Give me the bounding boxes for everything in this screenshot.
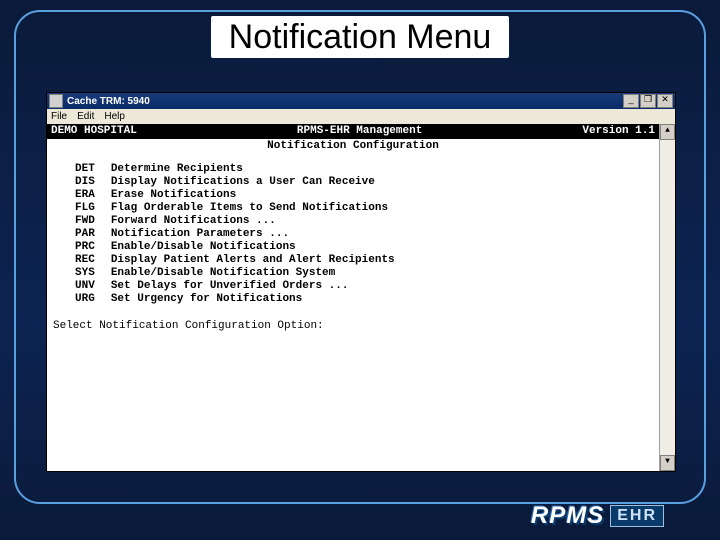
terminal-window: Cache TRM: 5940 _ ❐ ✕ File Edit Help DEM… [46, 92, 676, 472]
menu-desc: Determine Recipients [111, 163, 411, 176]
menu-row: PRCEnable/Disable Notifications [75, 241, 411, 254]
menu-code: PRC [75, 241, 111, 254]
menu-code: DIS [75, 176, 111, 189]
menu-code: PAR [75, 228, 111, 241]
menu-code: SYS [75, 267, 111, 280]
menu-row: RECDisplay Patient Alerts and Alert Reci… [75, 254, 411, 267]
menu-help[interactable]: Help [104, 110, 125, 123]
menu-row: PARNotification Parameters ... [75, 228, 411, 241]
menu-desc: Enable/Disable Notifications [111, 241, 411, 254]
select-prompt[interactable]: Select Notification Configuration Option… [53, 320, 659, 333]
logo: RPMS EHR [531, 502, 664, 530]
menu-code: REC [75, 254, 111, 267]
menu-code: ERA [75, 189, 111, 202]
menu-desc: Set Urgency for Notifications [111, 293, 411, 306]
menu-desc: Set Delays for Unverified Orders ... [111, 280, 411, 293]
menu-code: UNV [75, 280, 111, 293]
menu-file[interactable]: File [51, 110, 67, 123]
scroll-up-button[interactable]: ▲ [660, 124, 675, 140]
scroll-track[interactable] [660, 140, 675, 455]
menu-desc: Erase Notifications [111, 189, 411, 202]
menu-desc: Enable/Disable Notification System [111, 267, 411, 280]
window-controls: _ ❐ ✕ [623, 94, 673, 108]
menu-code: DET [75, 163, 111, 176]
slide-title-text: Notification Menu [211, 16, 510, 58]
menu-desc: Forward Notifications ... [111, 215, 411, 228]
app-header-bar: DEMO HOSPITAL RPMS-EHR Management Versio… [47, 124, 659, 139]
scroll-down-button[interactable]: ▼ [660, 455, 675, 471]
content-area: DEMO HOSPITAL RPMS-EHR Management Versio… [47, 124, 675, 471]
maximize-button[interactable]: ❐ [640, 94, 656, 108]
vertical-scrollbar[interactable]: ▲ ▼ [659, 124, 675, 471]
menu-edit[interactable]: Edit [77, 110, 94, 123]
close-button[interactable]: ✕ [657, 94, 673, 108]
slide: Notification Menu Cache TRM: 5940 _ ❐ ✕ … [0, 0, 720, 540]
system-menu-icon[interactable] [49, 94, 63, 108]
window-title: Cache TRM: 5940 [67, 95, 623, 108]
screen-subtitle: Notification Configuration [47, 139, 659, 157]
menu-row: FWDForward Notifications ... [75, 215, 411, 228]
window-titlebar[interactable]: Cache TRM: 5940 _ ❐ ✕ [47, 93, 675, 109]
menubar: File Edit Help [47, 109, 675, 125]
menu-row: DETDetermine Recipients [75, 163, 411, 176]
ehr-logo-text: EHR [610, 505, 664, 527]
hospital-name: DEMO HOSPITAL [51, 125, 137, 138]
app-version: Version 1.1 [582, 125, 655, 138]
terminal-content[interactable]: DEMO HOSPITAL RPMS-EHR Management Versio… [47, 124, 659, 471]
menu-row: DISDisplay Notifications a User Can Rece… [75, 176, 411, 189]
minimize-button[interactable]: _ [623, 94, 639, 108]
menu-row: SYSEnable/Disable Notification System [75, 267, 411, 280]
slide-title: Notification Menu [0, 18, 720, 57]
menu-code: FWD [75, 215, 111, 228]
menu-row: FLGFlag Orderable Items to Send Notifica… [75, 202, 411, 215]
menu-desc: Notification Parameters ... [111, 228, 411, 241]
menu-code: FLG [75, 202, 111, 215]
menu-desc: Display Patient Alerts and Alert Recipie… [111, 254, 411, 267]
menu-options-table: DETDetermine Recipients DISDisplay Notif… [75, 163, 411, 306]
rpms-logo-text: RPMS [531, 502, 604, 530]
menu-desc: Flag Orderable Items to Send Notificatio… [111, 202, 411, 215]
menu-code: URG [75, 293, 111, 306]
app-name: RPMS-EHR Management [137, 125, 583, 138]
menu-desc: Display Notifications a User Can Receive [111, 176, 411, 189]
menu-row: URGSet Urgency for Notifications [75, 293, 411, 306]
menu-row: UNVSet Delays for Unverified Orders ... [75, 280, 411, 293]
menu-row: ERAErase Notifications [75, 189, 411, 202]
